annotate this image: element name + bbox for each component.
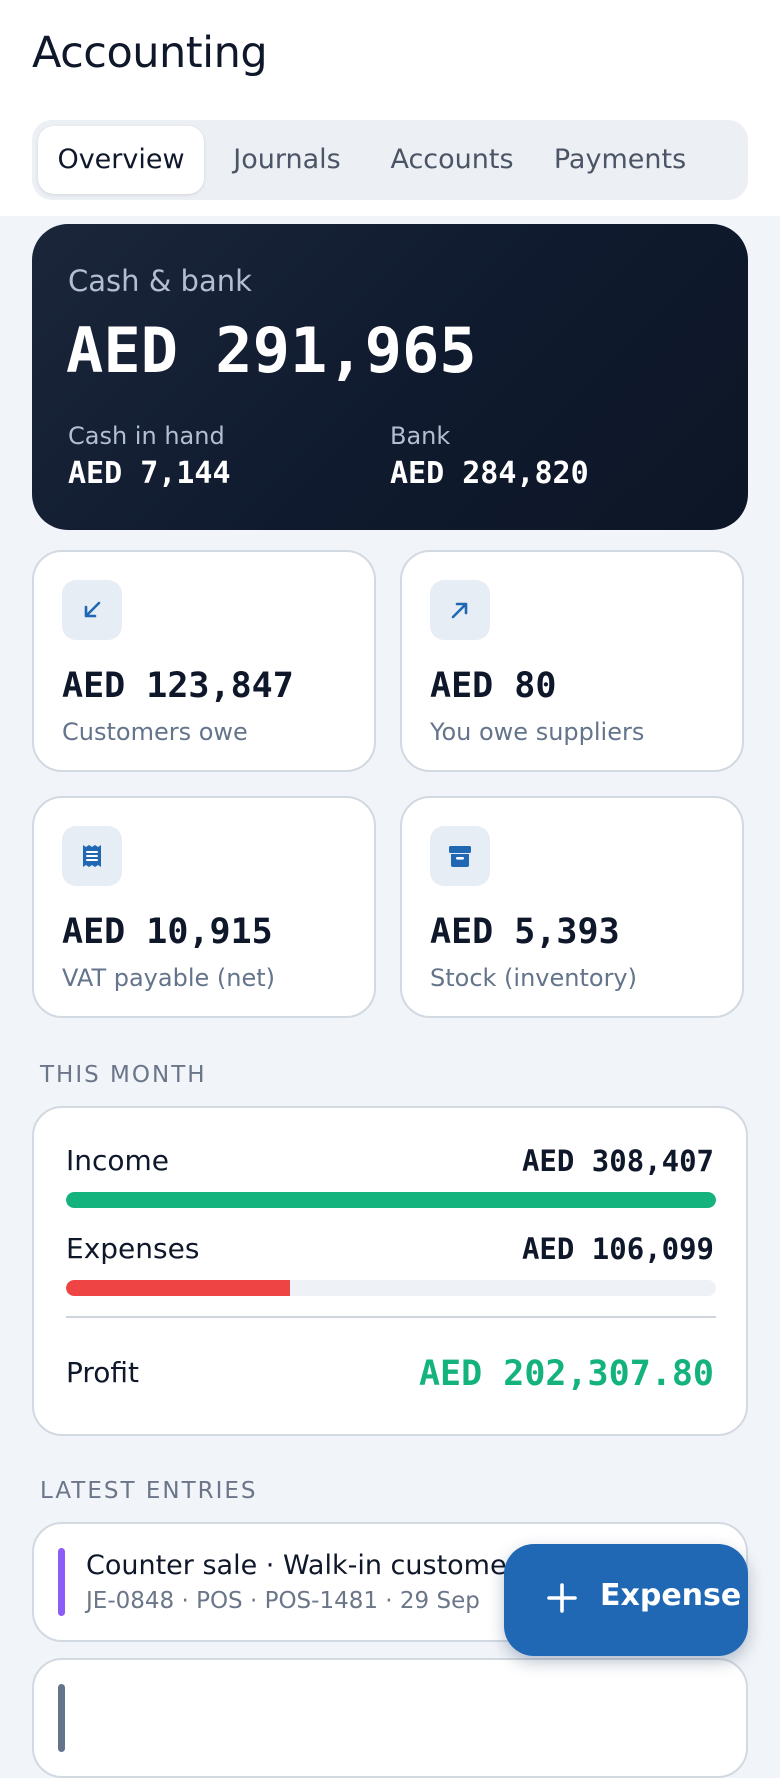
- top-header: Accounting Overview Journals Accounts Pa…: [0, 0, 780, 216]
- archive-box-icon: [430, 826, 490, 886]
- you-owe-suppliers-label: You owe suppliers: [430, 718, 645, 746]
- customers-owe-card[interactable]: AED 123,847 Customers owe: [32, 550, 376, 772]
- stock-inventory-value: AED 5,393: [430, 912, 620, 952]
- expenses-label: Expenses: [66, 1232, 200, 1265]
- expenses-bar-fill: [66, 1280, 290, 1296]
- customers-owe-label: Customers owe: [62, 718, 248, 746]
- add-expense-button[interactable]: Expense: [504, 1544, 748, 1656]
- income-label: Income: [66, 1144, 170, 1177]
- this-month-card: Income AED 308,407 Expenses AED 106,099 …: [32, 1106, 748, 1436]
- income-value: AED 308,407: [521, 1144, 714, 1178]
- expenses-bar: [66, 1280, 716, 1296]
- income-bar: [66, 1192, 716, 1208]
- cash-in-hand-label: Cash in hand: [68, 422, 225, 450]
- bank-value: AED 284,820: [390, 456, 589, 491]
- this-month-heading: THIS MONTH: [40, 1062, 207, 1088]
- stock-inventory-card[interactable]: AED 5,393 Stock (inventory): [400, 796, 744, 1018]
- latest-entries-heading: LATEST ENTRIES: [40, 1478, 258, 1504]
- entry-accent-bar: [58, 1684, 65, 1752]
- tab-journals[interactable]: Journals: [204, 126, 370, 194]
- customers-owe-value: AED 123,847: [62, 666, 294, 706]
- tab-bar: Overview Journals Accounts Payments: [32, 120, 748, 200]
- arrow-down-left-icon: [62, 580, 122, 640]
- profit-label: Profit: [66, 1356, 140, 1389]
- expenses-value: AED 106,099: [521, 1232, 714, 1266]
- receipt-icon: [62, 826, 122, 886]
- entry-title: Counter sale · Walk-in customer: [86, 1550, 518, 1581]
- bank-label: Bank: [390, 422, 451, 450]
- cash-bank-total: AED 291,965: [66, 314, 477, 387]
- page-title: Accounting: [32, 28, 268, 78]
- arrow-up-right-icon: [430, 580, 490, 640]
- cash-bank-card[interactable]: Cash & bank AED 291,965 Cash in hand AED…: [32, 224, 748, 530]
- vat-payable-label: VAT payable (net): [62, 964, 275, 992]
- tab-payments[interactable]: Payments: [534, 126, 706, 194]
- add-expense-label: Expense: [600, 1578, 742, 1613]
- divider: [66, 1316, 716, 1318]
- vat-payable-card[interactable]: AED 10,915 VAT payable (net): [32, 796, 376, 1018]
- income-bar-fill: [66, 1192, 716, 1208]
- stock-inventory-label: Stock (inventory): [430, 964, 637, 992]
- cash-bank-label: Cash & bank: [68, 264, 252, 298]
- profit-value: AED 202,307.80: [418, 1354, 714, 1394]
- list-item[interactable]: [32, 1658, 748, 1778]
- tab-accounts[interactable]: Accounts: [370, 126, 534, 194]
- tab-overview[interactable]: Overview: [38, 126, 204, 194]
- entry-accent-bar: [58, 1548, 65, 1616]
- cash-in-hand-value: AED 7,144: [68, 456, 231, 491]
- plus-icon: [547, 1583, 577, 1613]
- you-owe-suppliers-card[interactable]: AED 80 You owe suppliers: [400, 550, 744, 772]
- vat-payable-value: AED 10,915: [62, 912, 273, 952]
- entry-meta: JE-0848 · POS · POS-1481 · 29 Sep: [86, 1588, 480, 1614]
- you-owe-suppliers-value: AED 80: [430, 666, 557, 706]
